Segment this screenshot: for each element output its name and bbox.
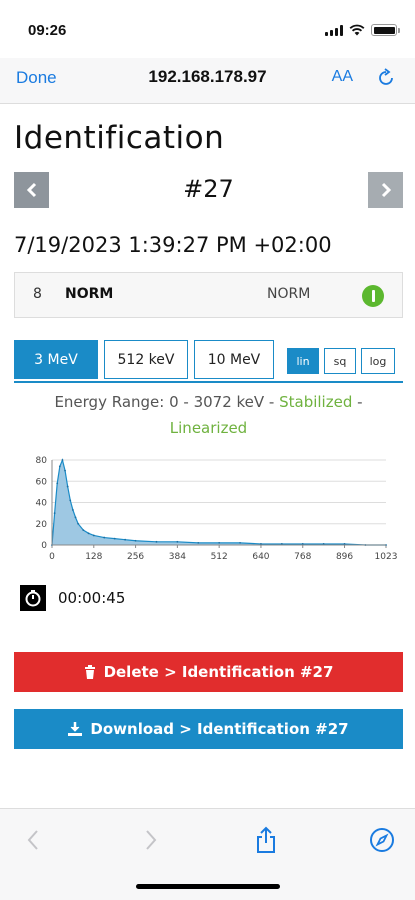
energy-range-text: Energy Range: 0 - 3072 keV - xyxy=(54,393,280,411)
share-icon[interactable] xyxy=(251,825,281,855)
page-title: Identification xyxy=(14,120,225,156)
x-tick-label: 256 xyxy=(127,552,144,562)
data-point xyxy=(218,541,221,544)
data-point xyxy=(66,485,69,488)
data-point xyxy=(69,499,72,502)
data-point xyxy=(176,540,179,543)
identification-datetime: 7/19/2023 1:39:27 PM +02:00 xyxy=(14,233,332,257)
tab-10-mev[interactable]: 10 MeV xyxy=(194,340,274,379)
linearized-text: Linearized xyxy=(169,419,248,437)
data-point xyxy=(134,539,137,542)
y-tick-label: 0 xyxy=(41,541,47,551)
data-point xyxy=(103,536,106,539)
data-point xyxy=(82,529,85,532)
y-tick-label: 60 xyxy=(36,477,48,487)
x-tick-label: 768 xyxy=(294,552,311,562)
data-point xyxy=(64,469,66,472)
y-tick-label: 40 xyxy=(36,499,48,509)
text-size-button[interactable]: AA xyxy=(332,68,353,86)
data-point xyxy=(53,512,56,515)
reload-icon[interactable] xyxy=(375,67,397,89)
download-button[interactable]: Download > Identification #27 xyxy=(14,709,403,749)
back-icon[interactable] xyxy=(18,825,48,855)
data-point xyxy=(77,522,80,525)
x-tick-label: 0 xyxy=(49,552,55,562)
x-tick-label: 1023 xyxy=(375,552,398,562)
tab-512-kev[interactable]: 512 keV xyxy=(104,340,188,379)
forward-icon[interactable] xyxy=(136,825,166,855)
data-point xyxy=(61,459,64,461)
x-tick-label: 384 xyxy=(169,552,186,562)
chevron-right-icon xyxy=(381,182,391,198)
wifi-icon xyxy=(349,24,365,36)
x-tick-label: 128 xyxy=(85,552,102,562)
data-point xyxy=(113,537,116,540)
pager: #27 xyxy=(14,172,403,210)
home-indicator xyxy=(136,884,280,889)
data-point xyxy=(197,541,200,544)
trash-icon xyxy=(84,665,95,679)
data-point xyxy=(74,516,77,519)
download-label: Download > Identification #27 xyxy=(90,720,349,738)
result-name: NORM xyxy=(65,286,114,302)
browser-navbar: Done 192.168.178.97 AA xyxy=(0,58,415,104)
energy-tabs: 3 MeV 512 keV 10 MeV lin sq log xyxy=(14,340,403,383)
y-tick-label: 20 xyxy=(36,520,48,530)
data-point xyxy=(155,540,158,543)
status-bar: 09:26 xyxy=(0,0,415,58)
stopwatch-icon xyxy=(20,585,46,611)
stabilized-text: Stabilized xyxy=(279,393,353,411)
linearized-line: Linearized xyxy=(14,419,403,437)
compass-icon[interactable] xyxy=(367,825,397,855)
data-point xyxy=(56,482,59,485)
status-ok-icon xyxy=(362,285,384,307)
data-point xyxy=(71,509,74,511)
scale-sq-button[interactable]: sq xyxy=(324,348,356,374)
result-category: NORM xyxy=(267,286,311,302)
y-tick-label: 80 xyxy=(36,456,48,466)
delete-button[interactable]: Delete > Identification #27 xyxy=(14,652,403,692)
data-point xyxy=(239,541,241,544)
status-time: 09:26 xyxy=(28,22,67,39)
battery-icon xyxy=(371,24,400,36)
x-tick-label: 512 xyxy=(211,552,228,562)
cellular-signal-icon xyxy=(325,24,343,36)
measurement-duration: 00:00:45 xyxy=(20,585,125,611)
next-button[interactable] xyxy=(368,172,403,208)
data-point xyxy=(58,465,61,468)
range-separator: - xyxy=(352,393,363,411)
delete-label: Delete > Identification #27 xyxy=(103,663,334,681)
data-point xyxy=(92,534,95,537)
energy-range-line: Energy Range: 0 - 3072 keV - Stabilized … xyxy=(14,393,403,411)
status-icons xyxy=(325,24,400,36)
spectrum-chart: 0 20 40 60 80 0 128 256 384 512 640 768 896 1023 xyxy=(36,456,398,562)
download-icon xyxy=(68,722,83,736)
duration-text: 00:00:45 xyxy=(58,589,126,607)
x-tick-label: 640 xyxy=(252,552,269,562)
scale-log-button[interactable]: log xyxy=(361,348,395,374)
scale-lin-button[interactable]: lin xyxy=(287,348,319,374)
result-index: 8 xyxy=(33,286,42,302)
x-tick-label: 896 xyxy=(336,552,353,562)
pager-number: #27 xyxy=(183,175,234,203)
result-row[interactable]: 8 NORM NORM xyxy=(14,272,403,318)
tab-3-mev[interactable]: 3 MeV xyxy=(14,340,98,379)
data-point xyxy=(87,532,90,535)
data-point xyxy=(124,538,127,541)
